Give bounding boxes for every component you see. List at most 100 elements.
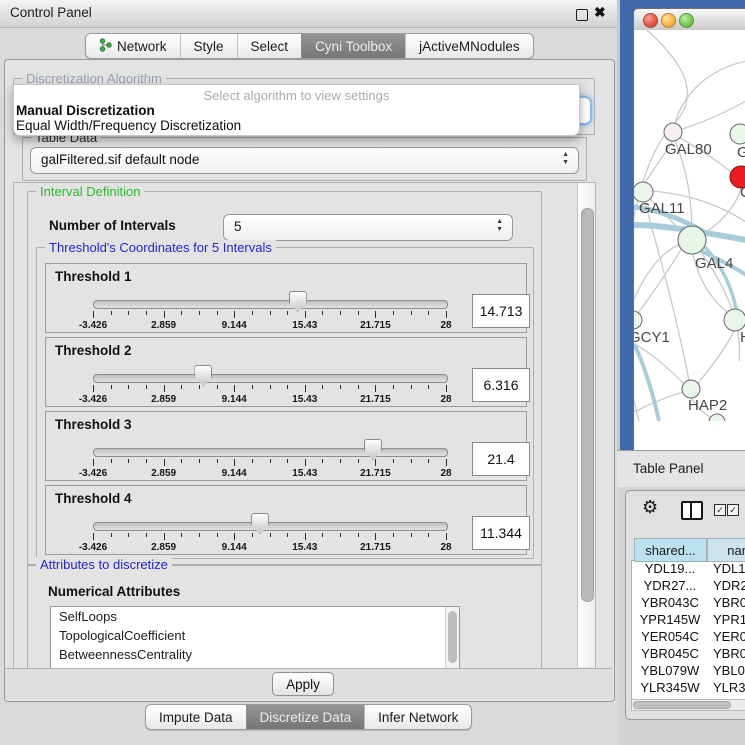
slider-tick	[305, 385, 306, 392]
slider-tick	[128, 533, 129, 537]
tick-label: -3.426	[79, 468, 107, 479]
threshold-value-field[interactable]: 14.713	[472, 294, 530, 328]
slider-tick	[111, 385, 112, 389]
cell-name: YBR0	[713, 595, 745, 610]
horizontal-scrollbar[interactable]	[631, 699, 745, 711]
network-node[interactable]	[634, 311, 642, 329]
mac-close-icon[interactable]	[643, 13, 658, 28]
table-row[interactable]: YLR345WYLR3	[634, 680, 745, 697]
number-of-intervals-spinner[interactable]: 5 ▲▼	[223, 214, 513, 241]
network-canvas[interactable]: GAL80GACGAL11GAL4GCY1HHAP2	[634, 30, 745, 421]
mac-zoom-icon[interactable]	[679, 13, 694, 28]
column-header-shared-name[interactable]: shared...	[634, 538, 707, 562]
tick-label: 15.43	[292, 542, 317, 553]
threshold-slider-track[interactable]	[93, 300, 448, 309]
tick-label: 28	[440, 320, 451, 331]
table-row[interactable]: YBR043CYBR0	[634, 595, 745, 612]
attribute-list-item[interactable]: TopologicalCoefficient	[51, 626, 459, 645]
threshold-value-field[interactable]: 21.4	[472, 442, 530, 476]
numerical-attributes-label: Numerical Attributes	[48, 584, 180, 599]
network-node[interactable]	[724, 309, 745, 331]
tick-label: -3.426	[79, 542, 107, 553]
network-node[interactable]	[634, 182, 653, 202]
network-node[interactable]	[664, 123, 682, 141]
tab-style[interactable]: Style	[180, 34, 237, 58]
column-header-name[interactable]: name	[707, 538, 745, 562]
spinner-arrows-icon[interactable]: ▲▼	[496, 218, 503, 234]
vertical-scrollbar[interactable]	[577, 183, 595, 667]
network-window-titlebar[interactable]	[634, 9, 745, 31]
slider-tick	[305, 459, 306, 466]
checkbox-icon[interactable]: ✓	[727, 504, 739, 516]
table-panel-titlebar: Table Panel	[617, 450, 745, 489]
network-node[interactable]	[730, 124, 745, 144]
table-row[interactable]: YDL19...YDL1	[634, 561, 745, 578]
cell-name: YBR0	[713, 646, 745, 661]
table-row[interactable]: YPR145WYPR1	[634, 612, 745, 629]
threshold-slider-track[interactable]	[93, 448, 448, 457]
threshold-slider-track[interactable]	[93, 522, 448, 531]
cell-shared-name: YBR045C	[634, 646, 706, 661]
slider-tick	[128, 459, 129, 463]
table-row[interactable]: YER054CYER0	[634, 629, 745, 646]
scrollbar-thumb[interactable]	[581, 208, 594, 602]
network-node[interactable]	[709, 414, 725, 421]
table-data-combobox[interactable]: galFiltered.sif default node ▲▼	[30, 147, 579, 174]
control-panel-window: Control Panel ✖ Network Style Select	[0, 0, 617, 745]
table-row[interactable]: YDR27... YDR2	[634, 578, 745, 595]
dropdown-item-manual-discretization[interactable]: Manual Discretization	[16, 103, 155, 118]
threshold-value-field[interactable]: 6.316	[472, 368, 530, 402]
slider-tick	[322, 311, 323, 315]
tab-infer-network[interactable]: Infer Network	[364, 705, 471, 729]
tab-impute-data[interactable]: Impute Data	[146, 705, 246, 729]
dropdown-hint: Select algorithm to view settings	[14, 88, 579, 103]
apply-button[interactable]: Apply	[272, 672, 334, 696]
scrollbar-thumb[interactable]	[633, 701, 731, 709]
control-panel-titlebar: Control Panel ✖	[0, 0, 617, 28]
tick-label: 28	[440, 468, 451, 479]
scrollbar-thumb[interactable]	[448, 611, 457, 663]
cell-shared-name: YDR27...	[634, 578, 706, 593]
tab-cyni-toolbox[interactable]: Cyni Toolbox	[301, 34, 405, 58]
threshold-value-field[interactable]: 11.344	[472, 516, 530, 550]
tick-label: 9.144	[222, 542, 247, 553]
dropdown-item-equal-width-frequency[interactable]: Equal Width/Frequency Discretization	[16, 118, 241, 133]
threshold-slider-track[interactable]	[93, 374, 448, 383]
tick-label: -3.426	[79, 394, 107, 405]
mac-minimize-icon[interactable]	[661, 13, 676, 28]
tab-network[interactable]: Network	[86, 34, 180, 58]
slider-tick	[287, 385, 288, 389]
interval-definition-group: Interval Definition Number of Intervals …	[27, 191, 542, 566]
network-node-label: GAL80	[665, 141, 712, 158]
tick-label: 21.715	[360, 468, 391, 479]
tab-select[interactable]: Select	[237, 34, 302, 58]
tick-label: 21.715	[360, 394, 391, 405]
slider-tick	[199, 459, 200, 463]
network-node-label: GA	[737, 144, 745, 161]
tab-discretize-data[interactable]: Discretize Data	[246, 705, 365, 729]
close-icon[interactable]: ✖	[594, 4, 606, 21]
cell-name: YDR2	[713, 578, 745, 593]
slider-tick	[428, 533, 429, 537]
column-layout-icon[interactable]	[681, 501, 703, 520]
table-row[interactable]: YBR045C YBR0	[634, 646, 745, 663]
slider-tick	[340, 533, 341, 537]
network-node[interactable]	[682, 380, 700, 398]
slider-tick	[428, 385, 429, 389]
network-node[interactable]	[678, 226, 706, 254]
slider-tick	[164, 311, 165, 318]
checkbox-icon[interactable]: ✓	[714, 504, 726, 516]
gear-icon[interactable]: ⚙	[642, 497, 658, 517]
list-scrollbar[interactable]	[445, 607, 459, 669]
attribute-items: SelfLoopsTopologicalCoefficientBetweenne…	[51, 607, 459, 664]
slider-tick	[252, 533, 253, 537]
numerical-attributes-list[interactable]: SelfLoopsTopologicalCoefficientBetweenne…	[50, 606, 460, 670]
tab-jactivemnodules[interactable]: jActiveMNodules	[405, 34, 533, 58]
cell-name: YPR1	[713, 612, 745, 627]
attribute-list-item[interactable]: BetweennessCentrality	[51, 645, 459, 664]
tick-label: 2.859	[151, 394, 176, 405]
slider-tick	[270, 533, 271, 537]
attribute-list-item[interactable]: SelfLoops	[51, 607, 459, 626]
table-row[interactable]: YBL079WYBL0	[634, 663, 745, 680]
float-window-icon[interactable]	[576, 9, 588, 21]
